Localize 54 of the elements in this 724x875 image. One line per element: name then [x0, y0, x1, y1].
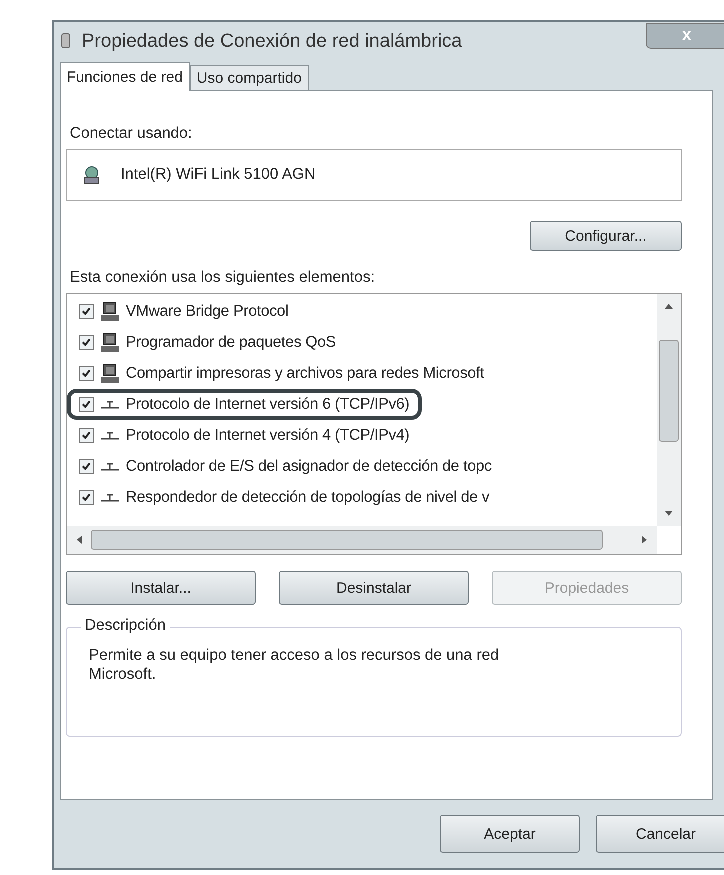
checkbox[interactable] [79, 304, 94, 319]
checkbox[interactable] [79, 459, 94, 474]
description-text: Permite a su equipo tener acceso a los recursos de una red Microsoft. [89, 646, 500, 685]
check-icon [81, 306, 92, 317]
item-label: Programador de paquetes QoS [126, 334, 336, 352]
check-icon [81, 430, 92, 441]
window-title: Propiedades de Conexión de red inalámbrica [82, 31, 464, 53]
scroll-left-icon[interactable] [75, 535, 83, 545]
connect-label: Conectar usando: [70, 125, 194, 143]
protocol-icon [100, 430, 120, 442]
list-item[interactable]: VMware Bridge Protocol [67, 296, 301, 327]
check-icon [81, 399, 92, 410]
list-item[interactable]: Compartir impresoras y archivos para redes Microsoft [67, 358, 496, 389]
tab[interactable]: Uso compartido [190, 65, 309, 90]
checkbox[interactable] [79, 428, 94, 443]
list-item[interactable]: Protocolo de Internet versión 4 (TCP/IPv4) [67, 420, 422, 451]
check-icon [81, 337, 92, 348]
check-icon [81, 492, 92, 503]
action-button[interactable]: Instalar... [66, 571, 256, 605]
item-label: Protocolo de Internet versión 4 (TCP/IPv4) [126, 426, 410, 444]
scroll-right-icon[interactable] [641, 535, 649, 545]
tab[interactable]: Funciones de red [60, 62, 190, 91]
protocol-icon [100, 460, 120, 472]
checkbox[interactable] [79, 366, 94, 381]
adapter-name: Intel(R) WiFi Link 5100 AGN [121, 166, 316, 184]
description-title: Descripción [81, 617, 170, 635]
scroll-down-icon[interactable] [664, 510, 674, 518]
computer-icon [100, 364, 120, 384]
action-button[interactable]: Desinstalar [279, 571, 469, 605]
item-label: VMware Bridge Protocol [126, 302, 289, 320]
computer-icon [100, 302, 120, 322]
scroll-up-icon[interactable] [664, 302, 674, 310]
components-label: Esta conexión usa los siguientes elementos: [70, 269, 376, 287]
vertical-scrollbar[interactable] [657, 294, 681, 526]
list-item[interactable]: Programador de paquetes QoS [67, 327, 348, 358]
configure-button[interactable]: Configurar... [530, 221, 682, 251]
computer-icon [100, 332, 120, 352]
item-label: Compartir impresoras y archivos para redes Microsoft [126, 364, 484, 382]
list-item[interactable]: Controlador de E/S del asignador de detección de topc [67, 451, 504, 482]
checkbox[interactable] [79, 397, 94, 412]
checkbox[interactable] [79, 490, 94, 505]
protocol-icon [100, 492, 120, 504]
checkbox[interactable] [79, 335, 94, 350]
item-label: Protocolo de Internet versión 6 (TCP/IPv6) [126, 396, 410, 414]
check-icon [81, 461, 92, 472]
horizontal-scrollbar[interactable] [67, 526, 657, 554]
dialog-button[interactable]: Cancelar [596, 815, 724, 853]
list-item[interactable]: Protocolo de Internet versión 6 (TCP/IPv6) [67, 389, 422, 420]
item-label: Respondedor de detección de topologías de nivel de v [126, 488, 490, 506]
item-label: Controlador de E/S del asignador de detección de topc [126, 458, 492, 476]
list-item[interactable]: Respondedor de detección de topologías de nivel de v [67, 482, 502, 513]
dialog-button[interactable]: Aceptar [440, 815, 580, 853]
protocol-icon [100, 398, 120, 410]
check-icon [81, 368, 92, 379]
